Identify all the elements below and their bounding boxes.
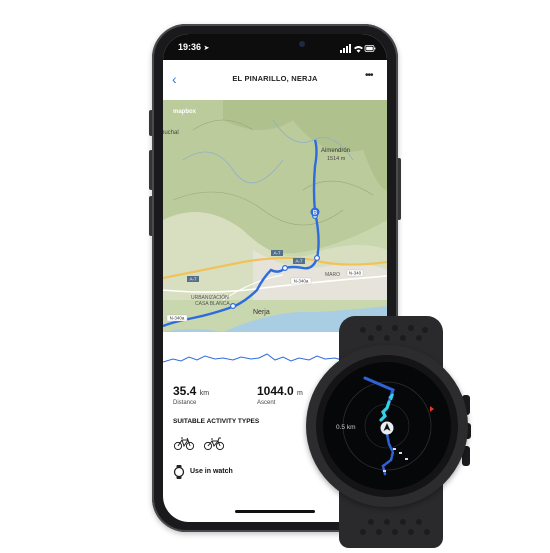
status-icons [340, 44, 376, 53]
distance-value: 35.4 km [173, 384, 210, 398]
map-label: MARO [325, 272, 340, 278]
route-end-label: B [313, 210, 318, 216]
map-label: buchal [163, 130, 179, 136]
distance-label: Distance [173, 400, 197, 406]
mapbox-logo: mapbox [173, 109, 197, 115]
ascent-value: 1044.0 m [257, 384, 303, 398]
ascent-label: Ascent [257, 400, 276, 406]
map-label-town: Nerja [253, 309, 270, 316]
battery-icon [364, 45, 376, 52]
road-shield: A-7 [273, 251, 281, 256]
mountain-bike-icon[interactable] [173, 434, 195, 452]
route-map[interactable]: B mapbox buchal Almendrón 1514 m URBANIZ… [163, 100, 387, 332]
location-arrow-icon: ➤ [203, 45, 210, 52]
status-bar: 19:36 ➤ [163, 34, 387, 60]
ascent-unit: m [297, 390, 303, 397]
map-label-peak: Almendrón [321, 148, 350, 154]
route-waypoint [314, 255, 321, 262]
use-in-watch-toggle[interactable]: Use in watch [190, 468, 233, 475]
map-canvas: B mapbox buchal Almendrón 1514 m URBANIZ… [163, 100, 387, 332]
route-waypoint [281, 265, 288, 272]
watch-scale-label: 0.5 km [336, 424, 356, 431]
home-indicator [235, 510, 315, 513]
activity-types-heading: SUITABLE ACTIVITY TYPES [173, 418, 260, 425]
map-label: CASA BLANCA [195, 301, 230, 307]
signal-icon [340, 44, 351, 53]
more-icon: ••• [365, 70, 373, 81]
watch-icon [173, 465, 185, 479]
road-shield: A-7 [295, 259, 303, 264]
road-shield: A-7 [189, 277, 197, 282]
road-shield: N-340a [294, 279, 309, 284]
map-label-elevation: 1514 m [327, 156, 346, 162]
distance-unit: km [199, 390, 210, 397]
wifi-icon [354, 46, 363, 53]
more-options-button[interactable]: ••• [365, 70, 373, 81]
route-header: ‹ EL PINARILLO, NERJA ••• [163, 60, 387, 101]
page-title: EL PINARILLO, NERJA [232, 74, 318, 83]
notch [247, 34, 303, 48]
road-shield: N-340a [170, 316, 185, 321]
north-indicator-icon [430, 406, 434, 412]
route-waypoint [229, 303, 236, 310]
front-camera-icon [299, 41, 305, 47]
road-shield: N-340 [349, 271, 362, 276]
map-label: URBANIZACIÓN [191, 294, 229, 301]
status-time: 19:36 ➤ [178, 42, 210, 52]
watch-route-ahead [363, 376, 395, 404]
road-bike-icon[interactable] [203, 434, 225, 452]
